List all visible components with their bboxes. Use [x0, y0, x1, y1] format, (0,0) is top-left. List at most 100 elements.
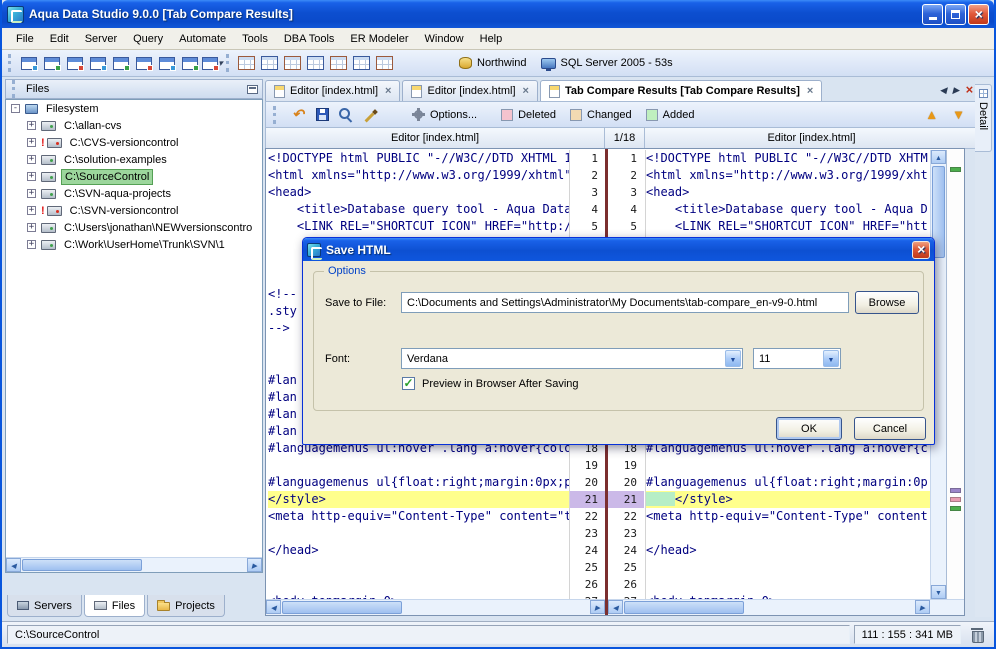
tree-item[interactable]: +C:\SVN-aqua-projects [6, 185, 262, 202]
toolbar-grip[interactable] [226, 54, 230, 72]
font-family-combobox[interactable]: Verdana [401, 348, 743, 369]
minimize-button[interactable] [922, 4, 943, 25]
menu-item-automate[interactable]: Automate [171, 30, 234, 48]
dropdown-button[interactable] [823, 350, 839, 367]
scroll-left-button[interactable] [608, 600, 623, 614]
next-difference-button[interactable] [952, 107, 965, 122]
dropdown-button[interactable] [725, 350, 741, 367]
cascade-windows-icon[interactable] [178, 53, 201, 74]
editor-tab-3[interactable]: Tab Compare Results [Tab Compare Results… [540, 80, 822, 101]
scroll-down-button[interactable] [931, 585, 946, 599]
new-editor-icon[interactable] [17, 53, 40, 74]
tree-root-filesystem[interactable]: -Filesystem [6, 100, 262, 117]
checkout-folder-icon[interactable] [109, 53, 132, 74]
tree-item[interactable]: +C:\allan-cvs [6, 117, 262, 134]
diff-mark[interactable] [950, 506, 961, 511]
editor-tab-2[interactable]: Editor [index.html]× [402, 80, 537, 101]
tree-item[interactable]: +C:\SourceControl [6, 168, 262, 185]
options-button[interactable]: Options... [406, 108, 483, 121]
diff-mark[interactable] [950, 167, 961, 172]
editor-tab-1[interactable]: Editor [index.html]× [265, 80, 400, 101]
menu-item-window[interactable]: Window [417, 30, 472, 48]
tree-item[interactable]: +!C:\SVN-versioncontrol [6, 202, 262, 219]
save-file-icon[interactable] [63, 53, 86, 74]
menu-item-edit[interactable]: Edit [42, 30, 77, 48]
menu-item-server[interactable]: Server [77, 30, 125, 48]
detail-grid-icon [979, 89, 988, 98]
browse-button[interactable]: Browse [855, 291, 919, 314]
scroll-up-button[interactable] [931, 150, 946, 164]
menu-item-dba-tools[interactable]: DBA Tools [276, 30, 343, 48]
detail-panel-tab[interactable]: Detail [975, 84, 992, 152]
tree-item[interactable]: +C:\Users\jonathan\NEWversionscontro [6, 219, 262, 236]
menu-item-file[interactable]: File [8, 30, 42, 48]
grid-rows-icon[interactable] [350, 53, 373, 74]
trash-icon[interactable] [971, 628, 983, 641]
maximize-button[interactable] [945, 4, 966, 25]
close-icon [974, 7, 982, 22]
server-status[interactable]: SQL Server 2005 - 53s [534, 57, 680, 69]
right-horizontal-scrollbar[interactable] [608, 599, 930, 615]
tab-scroll-left-button[interactable] [940, 84, 947, 96]
toolbar-grip[interactable] [273, 106, 277, 124]
search-button[interactable] [334, 104, 358, 125]
line-number: 24 [608, 542, 644, 559]
grid-orange-icon[interactable] [281, 53, 304, 74]
grid-wide-icon[interactable] [327, 53, 350, 74]
tab-close-icon[interactable]: × [523, 85, 529, 97]
toolbar-grip[interactable] [8, 54, 12, 72]
files-tree[interactable]: -Filesystem+C:\allan-cvs+!C:\CVS-version… [5, 99, 263, 573]
format-button[interactable] [358, 104, 382, 125]
panel-grip[interactable] [12, 80, 16, 98]
files-tree-hscrollbar[interactable] [6, 557, 262, 572]
tab-close-icon[interactable]: × [385, 85, 391, 97]
tab-close-icon[interactable]: × [807, 85, 813, 97]
grid-vertical-icon[interactable] [258, 53, 281, 74]
scroll-right-button[interactable] [915, 600, 930, 614]
grid-split-icon[interactable] [304, 53, 327, 74]
diff-mark[interactable] [950, 488, 961, 493]
diff-overview-ruler[interactable] [946, 150, 964, 614]
tree-item[interactable]: +C:\solution-examples [6, 151, 262, 168]
export-button[interactable] [286, 104, 310, 125]
panel-tab-servers[interactable]: Servers [7, 595, 82, 617]
scroll-left-button[interactable] [266, 600, 281, 614]
menu-item-help[interactable]: Help [472, 30, 511, 48]
tree-item[interactable]: +C:\Work\UserHome\Trunk\SVN\1 [6, 236, 262, 253]
database-selector[interactable]: Northwind [452, 57, 534, 69]
scroll-left-button[interactable] [6, 558, 21, 572]
new-object-dropdown-icon[interactable] [201, 53, 224, 74]
gear-icon [412, 108, 425, 121]
left-horizontal-scrollbar[interactable] [266, 599, 605, 615]
ok-button[interactable]: OK [776, 417, 842, 440]
cancel-button[interactable]: Cancel [854, 417, 926, 440]
preview-checkbox[interactable] [402, 377, 415, 390]
float-panel-icon[interactable] [247, 85, 258, 94]
diff-mark[interactable] [950, 497, 961, 502]
open-file-icon[interactable] [40, 53, 63, 74]
menu-item-er-modeler[interactable]: ER Modeler [342, 30, 416, 48]
tree-item[interactable]: +!C:\CVS-versioncontrol [6, 134, 262, 151]
font-size-combobox[interactable]: 11 [753, 348, 841, 369]
results-grid-icon[interactable] [235, 53, 258, 74]
menu-item-query[interactable]: Query [125, 30, 171, 48]
close-button[interactable] [968, 4, 989, 25]
grid-export-icon[interactable] [373, 53, 396, 74]
panel-tab-projects[interactable]: Projects [147, 595, 225, 617]
windows-icon[interactable] [86, 53, 109, 74]
tab-scroll-right-button[interactable] [952, 84, 959, 96]
close-active-tab-button[interactable] [965, 82, 973, 97]
checkin-folder-icon[interactable] [132, 53, 155, 74]
menu-item-tools[interactable]: Tools [234, 30, 276, 48]
scroll-right-button[interactable] [590, 600, 605, 614]
compare-windows-icon[interactable] [155, 53, 178, 74]
scroll-right-button[interactable] [247, 558, 262, 572]
previous-difference-button[interactable] [925, 107, 938, 122]
save-to-file-input[interactable] [401, 292, 849, 313]
panel-tab-files[interactable]: Files [84, 595, 145, 617]
scrollbar-thumb[interactable] [22, 559, 142, 571]
save-button[interactable] [310, 104, 334, 125]
dialog-close-button[interactable] [912, 241, 930, 259]
scrollbar-thumb[interactable] [624, 601, 744, 614]
scrollbar-thumb[interactable] [282, 601, 402, 614]
